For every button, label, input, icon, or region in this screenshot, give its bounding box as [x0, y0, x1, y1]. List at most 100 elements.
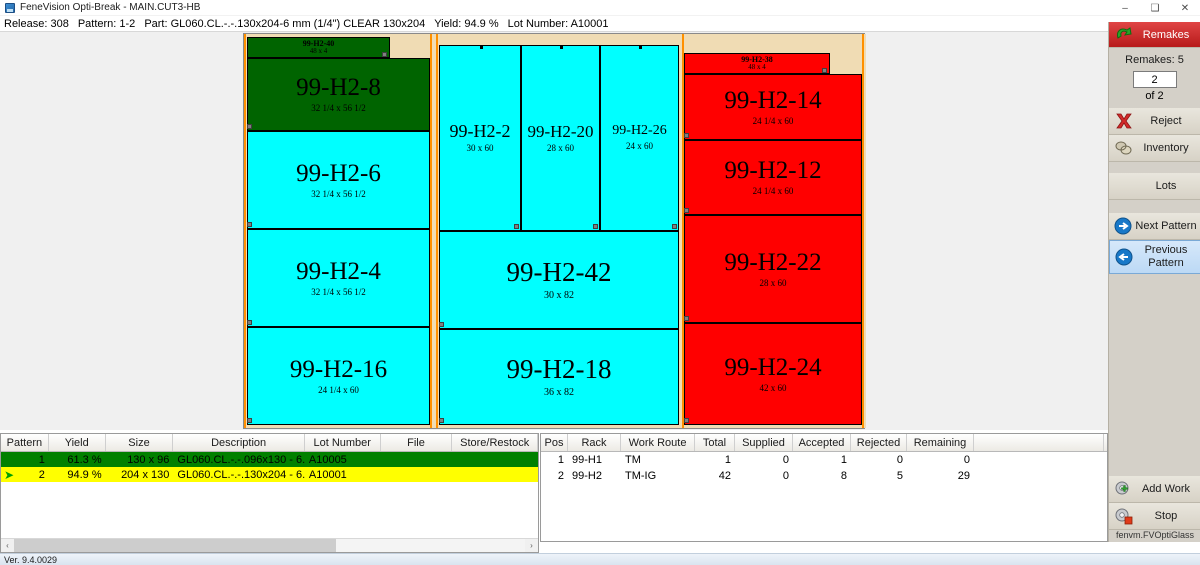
table-row[interactable]: 1 99-H1 TM 1 0 1 0 0 [541, 452, 1107, 468]
piece-99-H2-2[interactable]: 99-H2-2 30 x 60 [439, 45, 521, 231]
cell-remaining: 29 [957, 470, 970, 482]
column-header-size[interactable]: Size [106, 434, 174, 451]
column-header-description[interactable]: Description [173, 434, 305, 451]
piece-99-H2-42[interactable]: 99-H2-42 30 x 82 [439, 231, 679, 329]
panel-gap [1109, 162, 1200, 173]
rack-grid-header: Pos Rack Work Route Total Supplied Accep… [541, 434, 1107, 452]
column-header-file[interactable]: File [381, 434, 453, 451]
column-header-rack[interactable]: Rack [568, 434, 621, 451]
table-row[interactable]: ➤ 2 94.9 % 204 x 130 GL060.CL.-.-.130x20… [1, 467, 538, 482]
piece-99-H2-8[interactable]: 99-H2-8 32 1/4 x 56 1/2 [247, 58, 430, 131]
application-icon [5, 2, 15, 13]
application-window: FeneVision Opti-Break - MAIN.CUT3-HB – ❑… [0, 0, 1200, 565]
column-header-rejected[interactable]: Rejected [851, 434, 907, 451]
stop-button[interactable]: Stop [1109, 503, 1200, 530]
column-header-store-restock[interactable]: Store/Restock [452, 434, 539, 451]
piece-99-H2-16[interactable]: 99-H2-16 24 1/4 x 60 [247, 327, 430, 425]
pattern-counter-input[interactable]: 2 [1132, 71, 1177, 88]
lot-number-label: Lot Number: A10001 [507, 17, 609, 30]
reject-button[interactable]: Reject [1109, 108, 1200, 135]
cell-yield: 94.9 % [67, 468, 102, 481]
piece-corner-nub [684, 316, 689, 321]
yield-label: Yield: 94.9 % [434, 17, 499, 30]
piece-corner-nub [684, 208, 689, 213]
piece-label: 99-H2-24 [724, 353, 822, 381]
piece-dimension: 24 1/4 x 60 [752, 115, 794, 126]
add-work-button[interactable]: Add Work [1109, 476, 1200, 503]
piece-99-H2-20[interactable]: 99-H2-20 28 x 60 [521, 45, 600, 231]
piece-99-H2-4[interactable]: 99-H2-4 32 1/4 x 56 1/2 [247, 229, 430, 327]
column-header-yield[interactable]: Yield [49, 434, 106, 451]
cell-pos: 1 [557, 454, 564, 466]
piece-dimension: 42 x 60 [759, 382, 787, 393]
piece-label: 99-H2-12 [724, 157, 822, 185]
column-header-total[interactable]: Total [695, 434, 735, 451]
rack-grid[interactable]: Pos Rack Work Route Total Supplied Accep… [540, 433, 1108, 542]
remakes-count: Remakes: 5 [1109, 48, 1200, 66]
piece-corner-nub [247, 124, 252, 129]
undo-arrow-icon [1113, 25, 1135, 45]
right-edge-waste [862, 34, 864, 428]
window-controls: – ❑ ✕ [1110, 0, 1200, 16]
panel-gap [1109, 200, 1200, 213]
piece-99-H2-40[interactable]: 99-H2-40 48 x 4 [247, 37, 390, 58]
piece-corner-nub [684, 418, 689, 423]
cell-lot-number: A10001 [308, 468, 347, 481]
inventory-button[interactable]: Inventory [1109, 135, 1200, 162]
column-header-supplied[interactable]: Supplied [735, 434, 793, 451]
piece-99-H2-6[interactable]: 99-H2-6 32 1/4 x 56 1/2 [247, 131, 430, 229]
piece-label: 99-H2-6 [296, 159, 381, 187]
column-header-pos[interactable]: Pos [541, 434, 568, 451]
piece-99-H2-38[interactable]: 99-H2-38 48 x 4 [684, 53, 830, 74]
horizontal-scrollbar[interactable]: ‹ › [1, 538, 538, 552]
reject-button-label: Reject [1150, 115, 1182, 127]
minimize-button[interactable]: – [1110, 0, 1140, 16]
arrow-left-circle-icon [1114, 247, 1136, 267]
column-header-accepted[interactable]: Accepted [793, 434, 851, 451]
piece-label: 99-H2-18 [506, 354, 612, 384]
scrollbar-track[interactable] [14, 539, 525, 552]
column-header-remaining[interactable]: Remaining [907, 434, 974, 451]
piece-dimension: 32 1/4 x 56 1/2 [311, 286, 366, 297]
remakes-button[interactable]: Remakes [1109, 22, 1200, 48]
lots-button[interactable]: Lots [1109, 173, 1200, 200]
column-header-lot-number[interactable]: Lot Number [305, 434, 381, 451]
cell-total: 42 [718, 470, 731, 482]
piece-99-H2-14[interactable]: 99-H2-14 24 1/4 x 60 [684, 74, 862, 140]
right-section: 99-H2-38 48 x 4 99-H2-14 24 1/4 x 60 99-… [682, 34, 866, 428]
cell-work-route: TM-IG [625, 470, 657, 482]
piece-99-H2-12[interactable]: 99-H2-12 24 1/4 x 60 [684, 140, 862, 215]
middle-section: 99-H2-2 30 x 60 99-H2-20 28 x 60 99-H2-2… [436, 34, 682, 428]
scroll-left-button[interactable]: ‹ [1, 539, 14, 552]
previous-pattern-button[interactable]: Previous Pattern [1109, 240, 1200, 274]
maximize-button[interactable]: ❑ [1140, 0, 1170, 16]
piece-corner-nub [247, 418, 252, 423]
piece-label: 99-H2-2 [449, 121, 511, 142]
table-row[interactable]: 2 99-H2 TM-IG 42 0 8 5 29 [541, 468, 1107, 484]
red-x-icon [1113, 111, 1135, 131]
cell-size: 130 x 96 [127, 453, 170, 466]
next-pattern-button[interactable]: Next Pattern [1109, 213, 1200, 240]
cell-rejected: 0 [896, 454, 903, 466]
table-row[interactable]: 1 61.3 % 130 x 96 GL060.CL.-.-.096x130 -… [1, 452, 538, 467]
piece-99-H2-26[interactable]: 99-H2-26 24 x 60 [600, 45, 679, 231]
middle-left-waste [436, 34, 438, 428]
close-button[interactable]: ✕ [1170, 0, 1200, 16]
column-header-work-route[interactable]: Work Route [621, 434, 695, 451]
column-header-pattern[interactable]: Pattern [1, 434, 49, 451]
piece-corner-nub [593, 224, 598, 229]
pattern-grid[interactable]: Pattern Yield Size Description Lot Numbe… [0, 433, 539, 553]
scrollbar-thumb[interactable] [14, 539, 336, 552]
pattern-canvas[interactable]: 99-H2-40 48 x 4 99-H2-8 32 1/4 x 56 1/2 … [0, 32, 1108, 430]
glass-sheet: 99-H2-40 48 x 4 99-H2-8 32 1/4 x 56 1/2 … [243, 33, 866, 429]
piece-dimension: 48 x 4 [309, 47, 328, 55]
previous-pattern-button-label: Previous Pattern [1136, 244, 1200, 269]
scroll-right-button[interactable]: › [525, 539, 538, 552]
cell-yield: 61.3 % [67, 453, 102, 466]
piece-99-H2-18[interactable]: 99-H2-18 36 x 82 [439, 329, 679, 425]
gear-stop-icon [1113, 506, 1135, 526]
bottom-command-group: Add Work Stop [1109, 476, 1200, 530]
piece-99-H2-22[interactable]: 99-H2-22 28 x 60 [684, 215, 862, 323]
piece-99-H2-24[interactable]: 99-H2-24 42 x 60 [684, 323, 862, 425]
cell-description: GL060.CL.-.-.130x204 - 6... [177, 468, 305, 481]
